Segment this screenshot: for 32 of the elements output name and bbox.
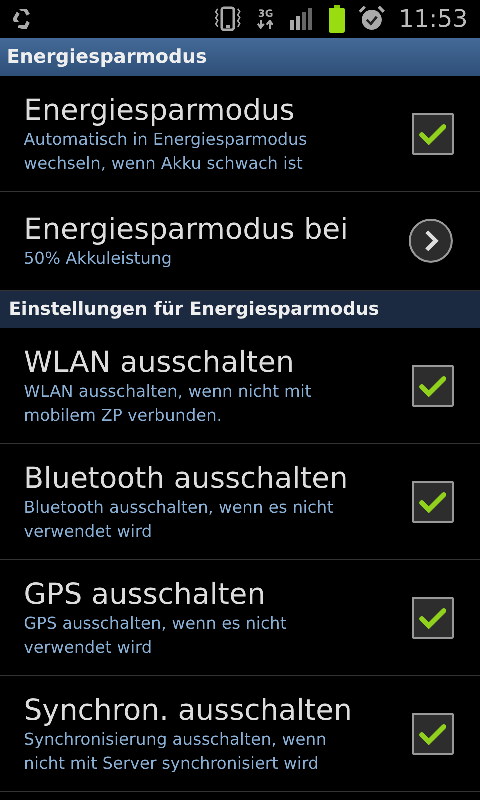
- setting-summary: Synchronisierung ausschalten, wenn nicht mit Server synchronisiert wird: [24, 728, 328, 774]
- setting-summary: GPS ausschalten, wenn es nicht verwendet wird: [24, 612, 288, 658]
- setting-title: WLAN ausschalten: [24, 344, 296, 380]
- settings-row[interactable]: Bluetooth ausschalten Bluetooth ausschalten, wenn es nicht verwendet wird: [0, 444, 480, 560]
- settings-row[interactable]: Energiesparmodus Automatisch in Energiesparmodus wechseln, wenn Akku schwach ist: [0, 76, 480, 192]
- setting-summary: 50% Akkuleistung: [24, 248, 174, 270]
- clock-time: 11:53: [398, 5, 468, 33]
- settings-row[interactable]: Synchron. ausschalten Synchronisierung ausschalten, wenn nicht mit Server synchronisiert wird: [0, 676, 480, 792]
- network-type-label: 3G: [258, 9, 274, 20]
- signal-icon: [288, 8, 315, 30]
- setting-title: Energiesparmodus bei: [24, 211, 350, 247]
- setting-title: GPS ausschalten: [24, 576, 267, 612]
- checkbox[interactable]: [412, 712, 454, 754]
- section-header: Einstellungen für Energiesparmodus: [0, 291, 480, 328]
- vibrate-phone-icon: [212, 6, 243, 32]
- chevron-right-icon[interactable]: [408, 218, 454, 264]
- setting-title: Bluetooth ausschalten: [24, 460, 350, 496]
- settings-row[interactable]: WLAN ausschalten WLAN ausschalten, wenn nicht mit mobilem ZP verbunden.: [0, 328, 480, 444]
- checkbox[interactable]: [412, 596, 454, 638]
- setting-summary: Bluetooth ausschalten, wenn es nicht verwendet wird: [24, 496, 335, 542]
- setting-title: Synchron. ausschalten: [24, 692, 354, 728]
- setting-summary: Automatisch in Energiesparmodus wechseln, wenn Akku schwach ist: [24, 128, 308, 174]
- setting-summary: WLAN ausschalten, wenn nicht mit mobilem ZP verbunden.: [24, 380, 313, 426]
- settings-row[interactable]: GPS ausschalten GPS ausschalten, wenn es nicht verwendet wird: [0, 560, 480, 676]
- screen-title: Energiesparmodus: [7, 46, 208, 68]
- setting-title: Energiesparmodus: [24, 92, 296, 128]
- alarm-clock-icon: [358, 6, 385, 32]
- checkbox[interactable]: [412, 112, 454, 154]
- checkbox[interactable]: [412, 480, 454, 522]
- battery-icon: [328, 5, 345, 33]
- data-arrows-icon: [256, 20, 275, 29]
- checkbox[interactable]: [412, 364, 454, 406]
